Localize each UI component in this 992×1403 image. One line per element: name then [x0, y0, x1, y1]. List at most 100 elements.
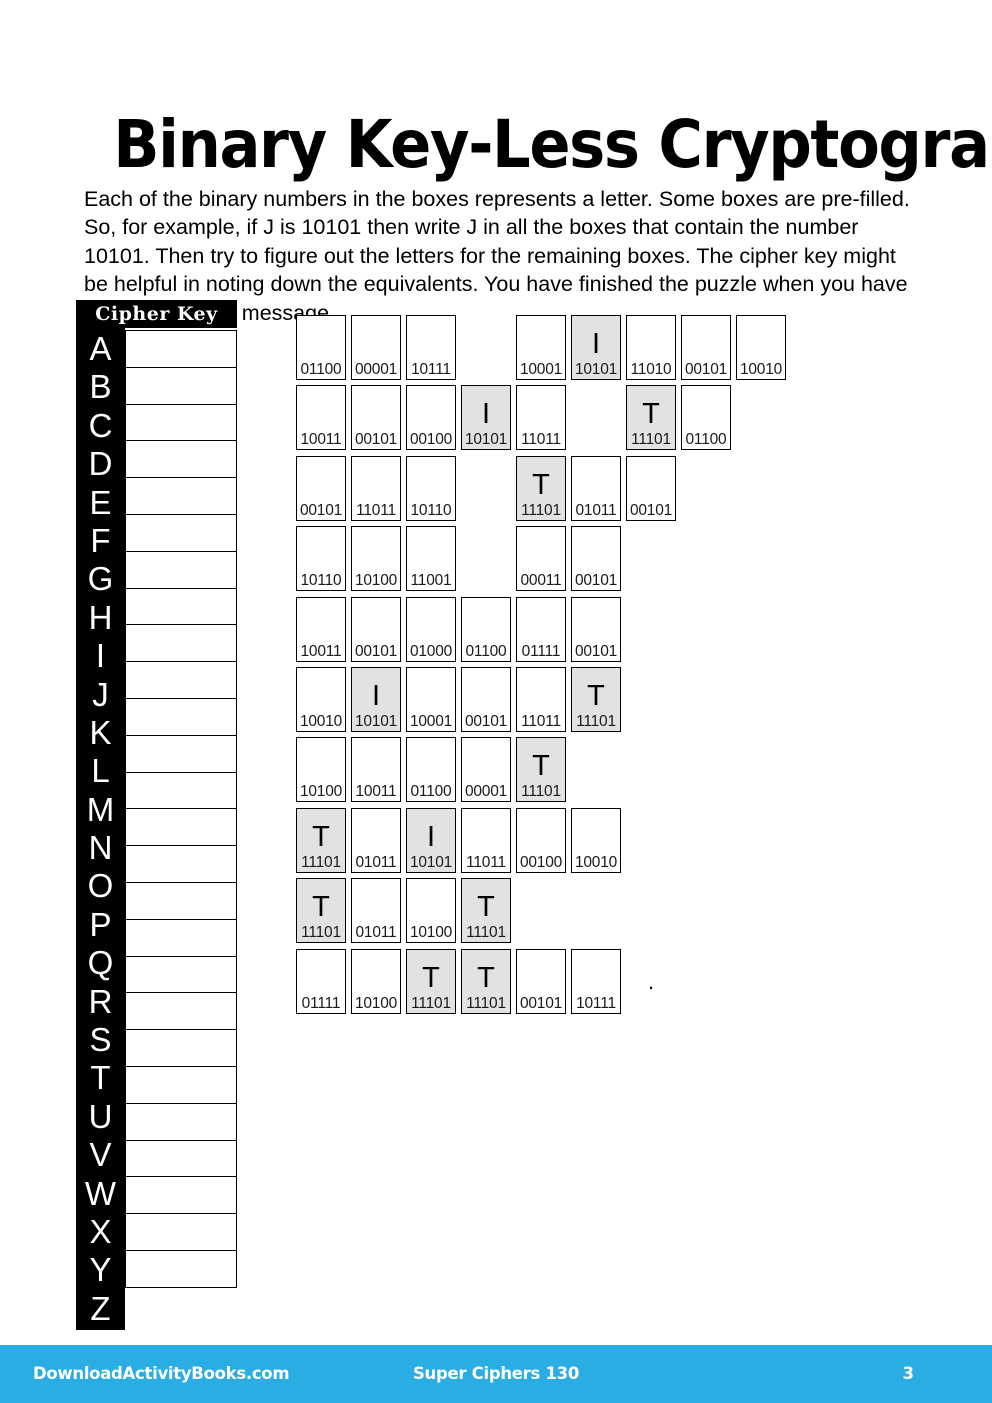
- puzzle-cell[interactable]: 10010: [736, 315, 786, 380]
- puzzle-cell[interactable]: 01111: [296, 948, 346, 1014]
- puzzle-cell[interactable]: 00001: [351, 315, 401, 380]
- puzzle-cell[interactable]: 00100: [406, 385, 456, 451]
- cipher-key-answer-box[interactable]: [125, 808, 237, 847]
- cipher-key-answer-box[interactable]: [125, 845, 237, 884]
- puzzle-cell[interactable]: 11010: [626, 315, 676, 380]
- puzzle-cell[interactable]: 10011: [296, 385, 346, 451]
- puzzle-cell[interactable]: 00100: [516, 807, 566, 873]
- puzzle-cell[interactable]: 00101: [296, 455, 346, 521]
- puzzle-cell-prefilled[interactable]: T 11101: [296, 807, 346, 873]
- cipher-key-answer-box[interactable]: [125, 1176, 237, 1215]
- cipher-key-letter: K: [89, 713, 112, 751]
- puzzle-cell[interactable]: 00101: [351, 596, 401, 662]
- puzzle-cell-code: 00101: [299, 501, 343, 519]
- cipher-key-answer-box[interactable]: [125, 734, 237, 774]
- cipher-key-answer-box[interactable]: [125, 992, 237, 1031]
- puzzle-cell[interactable]: 10010: [296, 666, 346, 732]
- cipher-key-answer-box[interactable]: [125, 1213, 237, 1252]
- puzzle-cell-prefilled[interactable]: I 10101: [571, 315, 621, 380]
- puzzle-cell[interactable]: 10100: [406, 878, 456, 944]
- puzzle-cell-prefilled[interactable]: T 11101: [461, 878, 511, 944]
- puzzle-cell-letter: T: [642, 398, 660, 431]
- puzzle-cell[interactable]: 10100: [351, 526, 401, 592]
- puzzle-cell-prefilled[interactable]: T 11101: [406, 948, 456, 1014]
- puzzle-cell-code: 10111: [411, 361, 451, 378]
- puzzle-cell[interactable]: 10001: [406, 666, 456, 732]
- puzzle-cell-code: 10011: [300, 431, 342, 449]
- puzzle-cell[interactable]: 10010: [571, 807, 621, 873]
- puzzle-cell[interactable]: 00101: [571, 526, 621, 592]
- cipher-key-answer-box[interactable]: [125, 1102, 237, 1142]
- cipher-key-answer-box[interactable]: [125, 1029, 237, 1068]
- cipher-key-answer-box[interactable]: [125, 1139, 237, 1178]
- puzzle-cell[interactable]: 00101: [571, 596, 621, 662]
- puzzle-cell[interactable]: 01100: [296, 315, 346, 380]
- puzzle-cell-prefilled[interactable]: I 10101: [351, 666, 401, 732]
- puzzle-cell[interactable]: 10110: [296, 526, 346, 592]
- puzzle-cell-prefilled[interactable]: T 11101: [461, 948, 511, 1014]
- puzzle-cell[interactable]: 10001: [516, 315, 566, 380]
- cipher-key-answer-box[interactable]: [125, 881, 237, 921]
- puzzle-cell[interactable]: 11011: [461, 807, 511, 873]
- puzzle-cell-prefilled[interactable]: T 11101: [571, 666, 621, 732]
- puzzle-cell-code: 10001: [409, 712, 453, 730]
- cipher-key-answer-box[interactable]: [125, 403, 237, 442]
- puzzle-cell-prefilled[interactable]: T 11101: [516, 737, 566, 803]
- puzzle-cell[interactable]: 00101: [626, 455, 676, 521]
- cipher-key-answer-box[interactable]: [125, 513, 237, 553]
- puzzle-cell[interactable]: 00101: [681, 315, 731, 380]
- cipher-key-answer-box[interactable]: [125, 440, 237, 479]
- cipher-key-answer-box[interactable]: [125, 587, 237, 626]
- cipher-key-answer-box[interactable]: [125, 1249, 237, 1289]
- puzzle-cell[interactable]: 01011: [351, 807, 401, 873]
- puzzle-cell-code: 11010: [630, 361, 672, 378]
- puzzle-cell-code: 10100: [299, 783, 343, 801]
- puzzle-cell-code: 11011: [521, 712, 561, 730]
- cipher-key-answer-box[interactable]: [125, 550, 237, 590]
- cipher-key-answer-box[interactable]: [125, 771, 237, 810]
- puzzle-cell[interactable]: 01000: [406, 596, 456, 662]
- footer-book-title: Super Ciphers 130: [412, 1364, 580, 1383]
- cipher-key-header: Cipher Key: [76, 300, 237, 328]
- puzzle-cell[interactable]: 11011: [351, 455, 401, 521]
- puzzle-cell[interactable]: 11011: [516, 385, 566, 451]
- puzzle-cell[interactable]: 11011: [516, 666, 566, 732]
- cipher-key-letter-column: ABCDEFGHIJKLMNOPQRSTUVWXYZ: [76, 328, 125, 1331]
- cipher-key-answer-box[interactable]: [125, 477, 237, 516]
- puzzle-cell[interactable]: 00001: [461, 737, 511, 803]
- puzzle-cell[interactable]: 00101: [516, 948, 566, 1014]
- puzzle-cell[interactable]: 10110: [406, 455, 456, 521]
- puzzle-cell[interactable]: 11001: [406, 526, 456, 592]
- puzzle-cell[interactable]: 10100: [296, 737, 346, 803]
- puzzle-cell[interactable]: 10011: [296, 596, 346, 662]
- puzzle-cell[interactable]: 00101: [461, 666, 511, 732]
- cipher-key-answer-box[interactable]: [125, 624, 237, 663]
- puzzle-cell[interactable]: 01100: [681, 385, 731, 451]
- puzzle-cell-code: 01011: [575, 501, 617, 519]
- cipher-key-answer-box[interactable]: [125, 955, 237, 994]
- cipher-key-answer-box[interactable]: [125, 918, 237, 958]
- cipher-key-answer-box[interactable]: [125, 661, 237, 700]
- puzzle-cell[interactable]: 01100: [406, 737, 456, 803]
- puzzle-cell-code: 00101: [574, 572, 618, 590]
- puzzle-cell[interactable]: 01100: [461, 596, 511, 662]
- puzzle-cell-code: 00001: [354, 361, 398, 378]
- puzzle-cell[interactable]: 01011: [571, 455, 621, 521]
- puzzle-cell-prefilled[interactable]: T 11101: [626, 385, 676, 451]
- puzzle-cell-prefilled[interactable]: T 11101: [296, 878, 346, 944]
- puzzle-cell[interactable]: 10100: [351, 948, 401, 1014]
- cipher-key-answer-box[interactable]: [125, 366, 237, 406]
- cipher-key-answer-box[interactable]: [125, 1065, 237, 1105]
- puzzle-cell[interactable]: 00011: [516, 526, 566, 592]
- puzzle-cell[interactable]: 01111: [516, 596, 566, 662]
- puzzle-cell[interactable]: 10111: [571, 948, 621, 1014]
- cipher-key-answer-box[interactable]: [125, 697, 237, 737]
- cipher-key-answer-box[interactable]: [125, 330, 237, 369]
- puzzle-cell[interactable]: 10111: [406, 315, 456, 380]
- puzzle-cell-prefilled[interactable]: I 10101: [461, 385, 511, 451]
- puzzle-cell[interactable]: 10011: [351, 737, 401, 803]
- puzzle-cell-prefilled[interactable]: I 10101: [406, 807, 456, 873]
- puzzle-cell-prefilled[interactable]: T 11101: [516, 455, 566, 521]
- puzzle-cell[interactable]: 01011: [351, 878, 401, 944]
- puzzle-cell[interactable]: 00101: [351, 385, 401, 451]
